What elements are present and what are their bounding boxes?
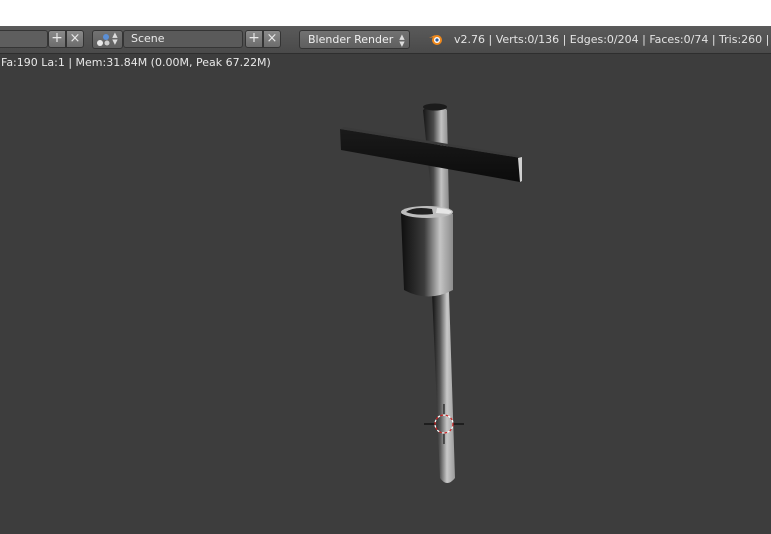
add-icon: +	[51, 30, 63, 46]
remove-scene-button[interactable]: ×	[263, 30, 281, 48]
info-header: + × ▲ ▼ Scene + × Blender Render ▲ ▼ v2.76…	[0, 26, 771, 54]
render-engine-dropdown[interactable]: Blender Render ▲ ▼	[299, 30, 410, 49]
add-icon: +	[248, 30, 260, 46]
viewport-scene[interactable]	[0, 54, 771, 534]
add-scene-button[interactable]: +	[245, 30, 263, 48]
close-icon: ×	[69, 31, 81, 46]
viewport-render-info: Fa:190 La:1 | Mem:31.84M (0.00M, Peak 67…	[1, 56, 271, 69]
close-icon: ×	[266, 31, 278, 46]
lower-rod[interactable]	[432, 292, 455, 483]
render-engine-label: Blender Render	[308, 33, 394, 46]
pole-top-cap	[423, 103, 447, 111]
scene-icon	[97, 34, 110, 46]
3d-viewport[interactable]: Fa:190 La:1 | Mem:31.84M (0.00M, Peak 67…	[0, 54, 771, 534]
screen-layout-field[interactable]	[0, 30, 48, 48]
scene-name-field[interactable]: Scene	[123, 30, 243, 48]
scene-statistics: v2.76 | Verts:0/136 | Edges:0/204 | Face…	[454, 33, 771, 46]
add-screen-button[interactable]: +	[48, 30, 66, 48]
scene-name: Scene	[131, 32, 165, 45]
middle-cylinder-top-highlight	[436, 208, 452, 214]
blender-logo-icon[interactable]	[428, 32, 444, 46]
updown-arrows-icon: ▲ ▼	[112, 31, 118, 46]
remove-screen-button[interactable]: ×	[66, 30, 84, 48]
middle-cylinder[interactable]	[401, 208, 453, 297]
updown-arrows-icon: ▲ ▼	[399, 33, 405, 48]
scene-browse-button[interactable]: ▲ ▼	[92, 30, 123, 49]
